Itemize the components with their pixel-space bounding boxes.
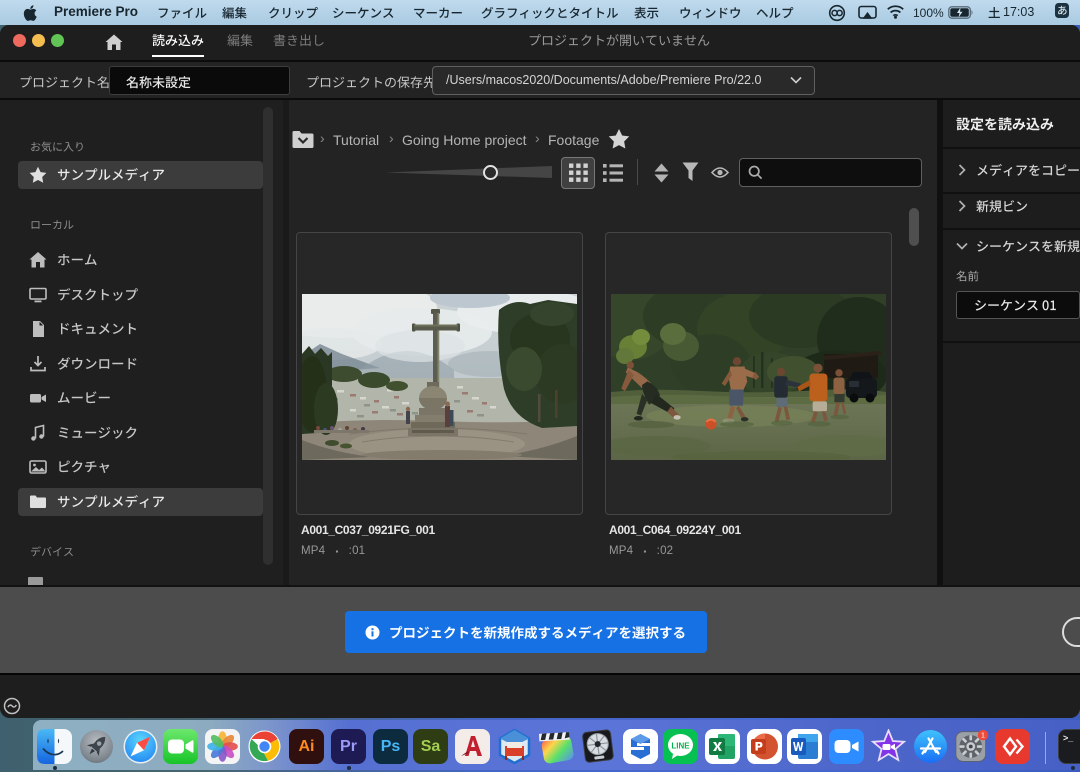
svg-text:1: 1 xyxy=(981,731,985,740)
svg-text:LINE: LINE xyxy=(671,742,690,751)
